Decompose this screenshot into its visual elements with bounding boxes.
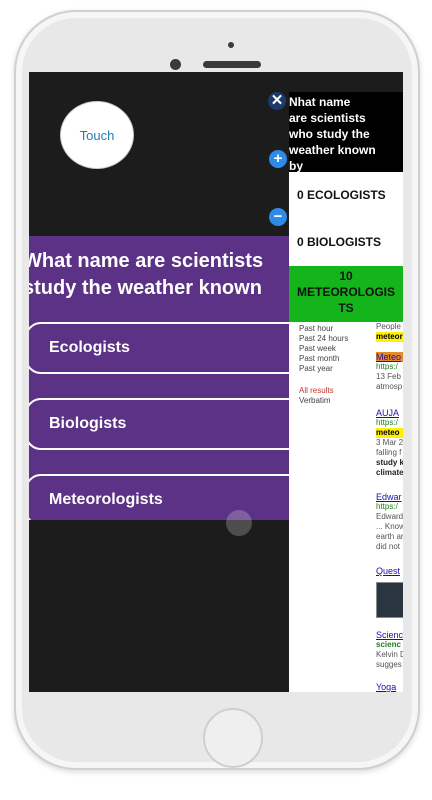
result-text: Edward [376,512,403,521]
result-6: Scienc scienc Kelvin D sugges [376,630,403,670]
result-title-link[interactable]: Quest [376,566,403,576]
logo-text: Touch [79,127,115,143]
touch-logo: Touch [60,101,134,169]
search-results-panel: Past hour Past 24 hours Past week Past m… [289,322,403,692]
answer-meteorologists-button[interactable]: Meteorologists [29,474,289,520]
filter-past-week[interactable]: Past week [299,344,348,354]
filter-past-hour[interactable]: Past hour [299,324,348,334]
result-title-link[interactable]: AUJA [376,408,403,418]
result-text: People [376,322,401,331]
question-line-1: What name are scientists [29,250,264,272]
overlay-question: Nhat name are scientists who study the w… [289,92,403,173]
result-title-link[interactable]: Yoga [376,682,403,692]
result-thumbnail[interactable] [376,582,403,618]
answer-ecologists-button[interactable]: Ecologists [29,322,289,374]
result-text: Kelvin D [376,650,403,659]
result-4: Edwar https:/ Edward ... Know earth ar d… [376,492,403,552]
result-text: study k [376,458,403,467]
result-title-link[interactable]: Scienc [376,630,403,640]
result-text: falling f [376,448,402,457]
verbatim-link[interactable]: Verbatim [299,396,348,406]
touch-indicator [226,510,252,536]
screen: Touch What name are scientists study the… [29,72,403,692]
overlay-option-biologists[interactable]: 0 BIOLOGISTS [289,218,403,266]
result-highlight: meteo [376,428,403,438]
filter-past-24-hours[interactable]: Past 24 hours [299,334,348,344]
option-count: 10 [339,269,353,283]
overlay-question-line: who study the [289,127,370,141]
proximity-sensor [228,42,234,48]
question-band: What name are scientists study the weath… [29,236,289,320]
front-camera [170,59,181,70]
close-icon[interactable]: ✕ [268,92,286,110]
option-label: METEOROLOGIS [296,285,395,299]
earpiece-speaker [203,61,261,68]
result-1: People meteor [376,322,403,342]
result-text: climate [376,468,403,477]
result-url: https:/ [376,362,398,371]
option-label-cont: TS [338,301,354,315]
overlay-option-meteorologists[interactable]: 10 METEOROLOGIS TS [289,266,403,322]
answer-biologists-button[interactable]: Biologists [29,398,289,450]
result-text: 3 Mar 2 [376,438,403,447]
result-3: AUJA https:/ meteo 3 Mar 2 falling f stu… [376,408,403,478]
result-5: Quest [376,566,403,576]
overlay-question-line: Nhat name [289,95,351,109]
result-text: atmosp [376,382,403,391]
result-url: https:/ [376,418,398,427]
home-button[interactable] [203,708,263,768]
answers-area: Ecologists Biologists Meteorologists [29,320,289,520]
result-2: Meteo https:/ 13 Feb atmosp [376,352,403,392]
plus-icon[interactable]: + [269,150,287,168]
result-text: earth ar [376,532,403,541]
question-text: What name are scientists study the weath… [29,248,263,302]
time-filter-menu: Past hour Past 24 hours Past week Past m… [299,324,348,406]
result-url: scienc [376,640,401,649]
result-highlight: meteor [376,332,403,342]
result-7: Yoga [376,682,403,692]
result-text: 13 Feb [376,372,401,381]
question-line-2: study the weather known [29,277,262,299]
result-text: ... Know [376,522,403,531]
overlay-question-line: are scientists [289,111,366,125]
result-title-link[interactable]: Edwar [376,492,403,502]
result-text: sugges [376,660,402,669]
result-text: did not [376,542,401,551]
overlay-option-ecologists[interactable]: 0 ECOLOGISTS [289,172,403,218]
filter-past-month[interactable]: Past month [299,354,348,364]
result-title-link[interactable]: Meteo [376,352,403,362]
filter-past-year[interactable]: Past year [299,364,348,374]
result-url: https:/ [376,502,398,511]
minus-icon[interactable]: − [269,208,287,226]
overlay-question-line: weather known [289,143,376,157]
all-results-link[interactable]: All results [299,386,348,396]
